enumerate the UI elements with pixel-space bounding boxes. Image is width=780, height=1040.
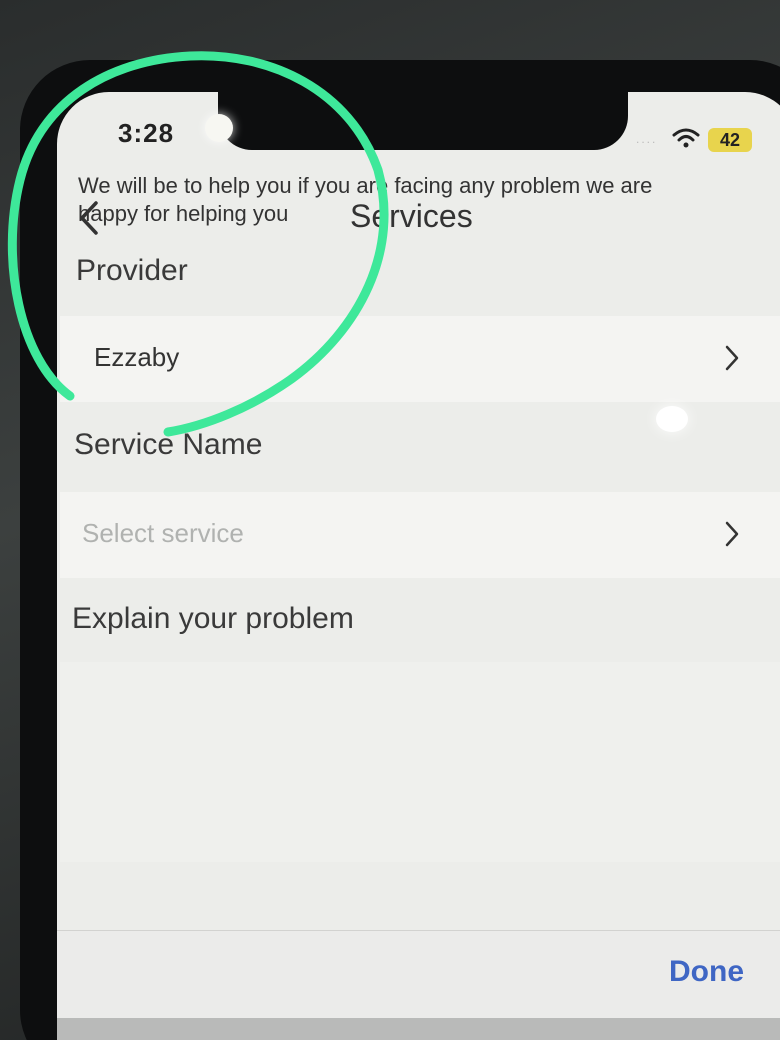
keyboard-toolbar: Done: [57, 930, 780, 1020]
photo-background: 3:28 .... 42 We will be to help you if y…: [0, 0, 780, 1040]
provider-selector[interactable]: Ezzaby: [60, 316, 780, 402]
service-name-label: Service Name: [74, 428, 263, 461]
explain-problem-label: Explain your problem: [72, 602, 354, 635]
page-title: Services: [350, 198, 473, 234]
keyboard-edge: [57, 1018, 780, 1040]
notch: [218, 92, 628, 150]
status-time: 3:28: [118, 118, 175, 148]
camera-glare: [205, 114, 233, 142]
signal-dots: ....: [636, 132, 658, 146]
chevron-left-icon[interactable]: [76, 200, 102, 236]
problem-textarea[interactable]: [60, 662, 780, 862]
wifi-icon: [672, 128, 700, 148]
provider-label: Provider: [76, 254, 188, 287]
service-placeholder: Select service: [82, 518, 244, 548]
service-selector[interactable]: Select service: [60, 492, 780, 578]
chevron-right-icon: [725, 521, 739, 547]
chevron-right-icon: [725, 345, 739, 371]
provider-value: Ezzaby: [94, 342, 180, 372]
screen-glare: [656, 406, 688, 432]
help-text-line-1: We will be to help you if you are facing…: [78, 173, 653, 198]
done-button[interactable]: Done: [669, 955, 744, 989]
battery-indicator: 42: [708, 128, 752, 152]
